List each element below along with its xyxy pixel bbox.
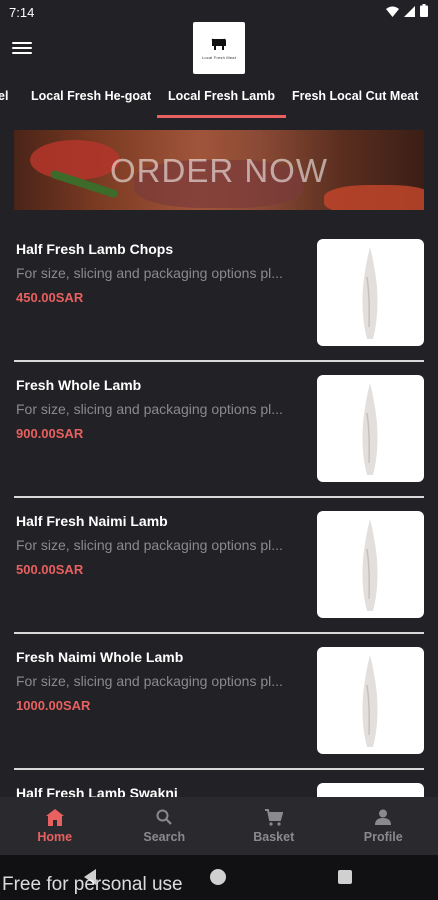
search-icon bbox=[156, 807, 173, 827]
product-name: Fresh Naimi Whole Lamb bbox=[16, 649, 184, 665]
logo-text: Local Fresh Meat bbox=[201, 54, 237, 60]
product-description: For size, slicing and packaging options … bbox=[16, 401, 283, 417]
product-name: Fresh Whole Lamb bbox=[16, 377, 142, 393]
person-icon bbox=[375, 807, 392, 827]
cart-icon bbox=[264, 807, 283, 827]
product-description: For size, slicing and packaging options … bbox=[16, 265, 283, 281]
order-now-banner[interactable]: ORDER NOW bbox=[14, 130, 424, 210]
home-circle-icon[interactable] bbox=[210, 869, 226, 885]
product-image bbox=[317, 511, 424, 618]
nav-profile[interactable]: Profile bbox=[329, 797, 438, 855]
tab-partial[interactable]: el bbox=[0, 80, 8, 118]
nav-home-label: Home bbox=[37, 830, 73, 844]
recent-apps-icon[interactable] bbox=[338, 870, 352, 884]
menu-icon[interactable] bbox=[12, 40, 32, 56]
product-name: Half Fresh Lamb Chops bbox=[16, 241, 174, 257]
product-name: Half Fresh Naimi Lamb bbox=[16, 513, 168, 529]
signal-icon bbox=[404, 5, 415, 20]
tab-fresh-local-cut-meat[interactable]: Fresh Local Cut Meat bbox=[292, 80, 418, 118]
wifi-icon bbox=[386, 5, 399, 20]
battery-icon bbox=[420, 4, 428, 20]
nav-basket-label: Basket bbox=[253, 830, 295, 844]
product-name: Half Fresh Lamb Swakni bbox=[16, 785, 178, 797]
nav-basket[interactable]: Basket bbox=[219, 797, 329, 855]
product-price: 450.00SAR bbox=[16, 290, 84, 305]
category-tabs: el Local Fresh He-goat Local Fresh Lamb … bbox=[0, 80, 438, 118]
bottom-nav: Home Search Basket Profile bbox=[0, 797, 438, 855]
product-image bbox=[317, 783, 424, 797]
status-bar: 7:14 bbox=[0, 0, 438, 24]
product-price: 900.00SAR bbox=[16, 426, 84, 441]
nav-profile-label: Profile bbox=[363, 830, 403, 844]
system-nav-bar bbox=[0, 855, 438, 900]
product-image bbox=[317, 647, 424, 754]
product-item[interactable]: Half Fresh Lamb Chops For size, slicing … bbox=[0, 226, 438, 362]
logo: Local Fresh Meat bbox=[193, 22, 245, 74]
product-price: 500.00SAR bbox=[16, 562, 84, 577]
product-price: 1000.00SAR bbox=[16, 698, 91, 713]
product-item[interactable]: Fresh Whole Lamb For size, slicing and p… bbox=[0, 362, 438, 498]
banner-text: ORDER NOW bbox=[110, 152, 328, 189]
product-description: For size, slicing and packaging options … bbox=[16, 537, 283, 553]
product-item[interactable]: Fresh Naimi Whole Lamb For size, slicing… bbox=[0, 634, 438, 770]
product-item[interactable]: Half Fresh Naimi Lamb For size, slicing … bbox=[0, 498, 438, 634]
product-image bbox=[317, 239, 424, 346]
status-icons bbox=[386, 4, 428, 20]
product-image bbox=[317, 375, 424, 482]
app-bar: Local Fresh Meat bbox=[0, 22, 438, 80]
product-item[interactable]: Half Fresh Lamb Swakni bbox=[0, 770, 438, 797]
home-icon bbox=[45, 807, 64, 827]
tab-local-fresh-lamb[interactable]: Local Fresh Lamb bbox=[157, 80, 286, 118]
tab-local-fresh-he-goat[interactable]: Local Fresh He-goat bbox=[31, 80, 151, 118]
nav-search-label: Search bbox=[143, 830, 186, 844]
nav-home[interactable]: Home bbox=[0, 797, 110, 855]
back-icon[interactable] bbox=[84, 869, 96, 885]
status-time: 7:14 bbox=[9, 4, 35, 20]
product-description: For size, slicing and packaging options … bbox=[16, 673, 283, 689]
nav-search[interactable]: Search bbox=[110, 797, 220, 855]
cow-icon bbox=[209, 37, 229, 53]
